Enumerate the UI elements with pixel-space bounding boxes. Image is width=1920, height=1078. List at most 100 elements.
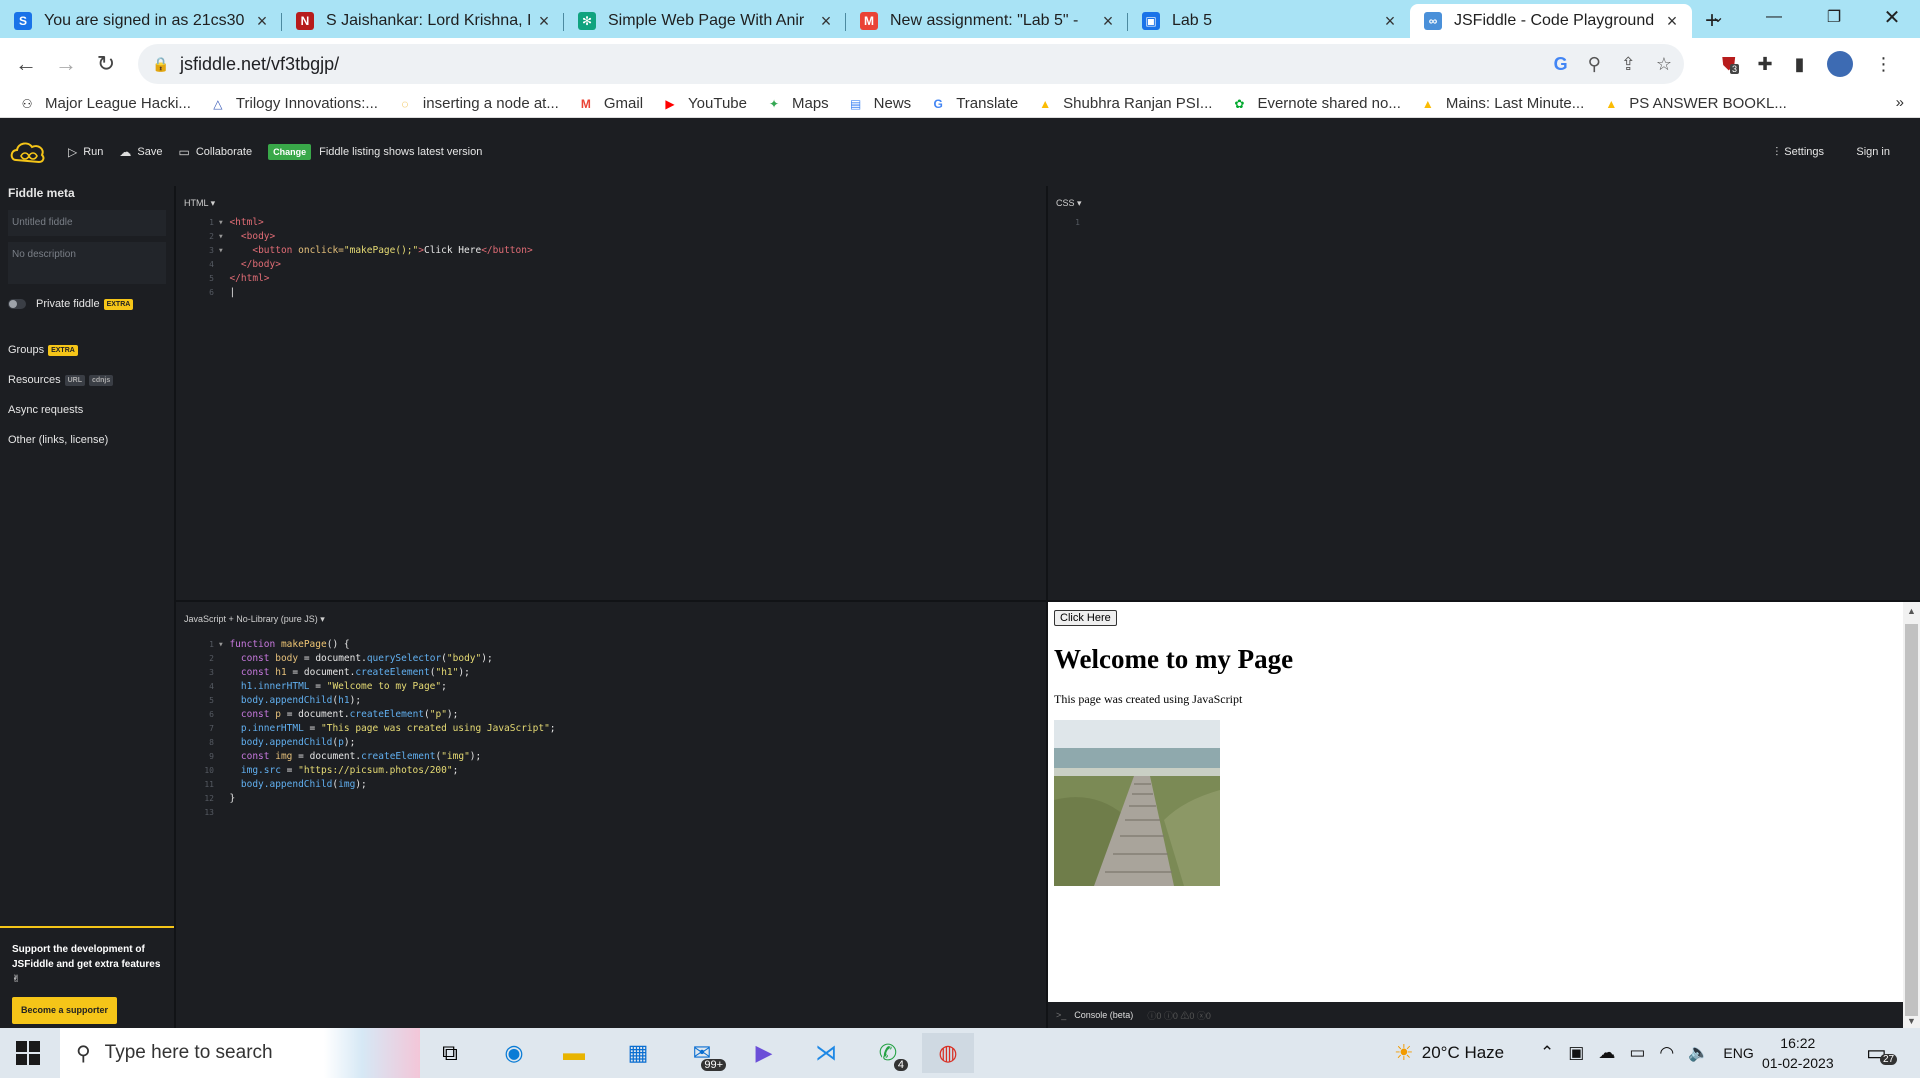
google-icon[interactable]: G [1554,54,1568,75]
browser-tab[interactable]: ∞ JSFiddle - Code Playground × [1410,4,1692,38]
tab-title: S Jaishankar: Lord Krishna, I [326,12,532,29]
more-bookmarks-icon[interactable]: » [1896,94,1904,111]
zoom-icon[interactable]: ⚲ [1588,54,1601,75]
sign-in-link[interactable]: Sign in [1856,146,1890,158]
browser-tab[interactable]: S You are signed in as 21cs30 × [0,4,282,38]
html-editor-panel[interactable]: HTML ▾ 123456 ▾ <html> ▾ <body> ▾ <butto… [176,186,1046,600]
browser-tab[interactable]: ▣ Lab 5 × [1128,4,1410,38]
show-hidden-icons[interactable]: ⌃ [1540,1043,1554,1063]
result-scrollbar[interactable]: ▲ ▼ [1903,602,1920,1028]
ublock-extension-icon[interactable]: ⛊ 3 [1722,54,1740,75]
bookmark-item[interactable]: △ Trilogy Innovations:... [209,95,378,113]
clock[interactable]: 16:22 01-02-2023 [1762,1028,1834,1078]
onedrive-cloud-icon[interactable]: ☁ [1598,1043,1615,1063]
bookmarks-bar: ⚇ Major League Hacki... △ Trilogy Innovatio… [0,90,1920,118]
bookmark-item[interactable]: ◌ inserting a node at... [396,95,559,113]
mail-icon[interactable]: ✉ 99+ [676,1033,728,1073]
meet-now-icon[interactable]: ▣ [1568,1043,1584,1063]
whatsapp-icon[interactable]: ✆ 4 [862,1033,914,1073]
forward-icon[interactable]: → [46,44,86,84]
browser-tab[interactable]: N S Jaishankar: Lord Krishna, I × [282,4,564,38]
cdnjs-tag[interactable]: cdnjs [88,374,114,386]
bookmark-item[interactable]: ▲ Mains: Last Minute... [1419,95,1584,113]
share-icon[interactable]: ⇪ [1621,54,1636,75]
bookmark-item[interactable]: ▲ PS ANSWER BOOKL... [1602,95,1787,113]
fiddle-name-input[interactable]: Untitled fiddle [8,210,166,236]
click-here-button[interactable]: Click Here [1054,610,1117,626]
jsfiddle-logo-icon[interactable] [8,138,48,166]
url-input[interactable]: 🔒 jsfiddle.net/vf3tbgjp/ G ⚲ ⇪ ☆ [138,44,1684,84]
async-requests-section[interactable]: Async requests [8,398,166,422]
restore-icon[interactable]: ❐ [1806,0,1862,34]
html-code[interactable]: ▾ <html> ▾ <body> ▾ <button onclick="mak… [218,216,533,300]
bookmark-item[interactable]: ✦ Maps [765,95,829,113]
scroll-up-icon[interactable]: ▲ [1907,606,1916,616]
tab-search-icon[interactable]: ⌄ [1690,0,1746,34]
tab-title: Lab 5 [1172,12,1213,29]
other-section[interactable]: Other (links, license) [8,428,166,452]
js-editor-panel[interactable]: JavaScript + No-Library (pure JS) ▾ 1234… [176,602,1046,1028]
fiddle-description-input[interactable]: No description [8,242,166,284]
bookmark-item[interactable]: G Translate [929,95,1019,113]
bookmark-label: Major League Hacki... [45,95,191,112]
language-indicator[interactable]: ENG [1723,1045,1753,1061]
chrome-icon[interactable]: ◍ [922,1033,974,1073]
edge-icon[interactable]: ◉ [488,1033,540,1073]
change-badge[interactable]: Change [268,144,312,160]
run-button[interactable]: ▷ Run [68,145,103,159]
profile-avatar[interactable] [1826,51,1853,77]
scroll-down-icon[interactable]: ▼ [1907,1016,1916,1026]
bookmark-star-icon[interactable]: ☆ [1656,54,1672,75]
private-fiddle-toggle[interactable] [8,299,26,309]
notification-center-icon[interactable]: ▭ 27 [1866,1028,1898,1078]
css-editor-panel[interactable]: CSS ▾ 1 [1048,186,1920,600]
save-button[interactable]: ☁ Save [119,145,162,159]
tab-close-icon[interactable]: × [1662,11,1682,32]
resources-section[interactable]: Resources URL cdnjs [8,368,166,392]
console-bar[interactable]: >_ Console (beta) ⓘ0 ⓘ0 ⚠0 ⓧ0 [1048,1002,1903,1028]
scroll-thumb[interactable] [1905,624,1918,1016]
close-window-icon[interactable]: ✕ [1864,0,1920,34]
tab-close-icon[interactable]: × [1098,11,1118,32]
bookmark-item[interactable]: M Gmail [577,95,643,113]
wifi-icon[interactable]: ◠ [1659,1043,1674,1063]
settings-button[interactable]: ⫶ Settings [1775,145,1824,160]
tab-close-icon[interactable]: × [1380,11,1400,32]
bookmark-item[interactable]: ✿ Evernote shared no... [1230,95,1400,113]
weather-widget[interactable]: ☀ 20°C Haze [1394,1028,1504,1078]
bookmark-item[interactable]: ▤ News [847,95,911,113]
js-code[interactable]: ▾ function makePage() { const body = doc… [218,638,556,806]
vscode-icon[interactable]: ⋊ [800,1033,852,1073]
file-explorer-icon[interactable]: ▬ [548,1033,600,1073]
windows-start-icon[interactable] [16,1041,40,1065]
tab-close-icon[interactable]: × [534,11,554,32]
groups-section[interactable]: Groups EXTRA [8,338,166,362]
task-view-icon[interactable]: ⧉ [424,1033,476,1073]
become-supporter-button[interactable]: Become a supporter [12,997,118,1024]
url-tag[interactable]: URL [64,374,85,386]
html-panel-label[interactable]: HTML ▾ [184,198,215,209]
mlh-icon: ⚇ [21,96,33,111]
copilot-icon[interactable]: ▶ [738,1033,790,1073]
css-panel-label[interactable]: CSS ▾ [1056,198,1082,209]
volume-icon[interactable]: 🔈 [1688,1043,1709,1063]
reload-icon[interactable]: ↻ [86,44,126,84]
bookmark-item[interactable]: ▲ Shubhra Ranjan PSI... [1036,95,1212,113]
battery-icon[interactable]: ▭ [1629,1043,1645,1063]
tab-close-icon[interactable]: × [252,11,272,32]
tab-close-icon[interactable]: × [816,11,836,32]
extensions-puzzle-icon[interactable]: ✚ [1758,54,1773,75]
microsoft-store-icon[interactable]: ▦ [612,1033,664,1073]
js-panel-label[interactable]: JavaScript + No-Library (pure JS) ▾ [184,614,325,625]
taskbar-search-input[interactable]: ⚲ Type here to search [60,1028,420,1078]
chrome-menu-icon[interactable]: ⋮ [1875,54,1893,75]
bookmark-item[interactable]: ▶ YouTube [661,95,747,113]
bookmark-item[interactable]: ⚇ Major League Hacki... [18,95,191,113]
side-panel-icon[interactable]: ▮ [1795,54,1805,75]
result-iframe[interactable]: Click Here Welcome to my Page This page … [1048,602,1903,1002]
back-icon[interactable]: ← [6,44,46,84]
browser-tab[interactable]: ✻ Simple Web Page With Anir × [564,4,846,38]
minimize-icon[interactable]: — [1746,0,1802,34]
browser-tab[interactable]: M New assignment: "Lab 5" - × [846,4,1128,38]
collaborate-button[interactable]: ▭ Collaborate [179,145,253,159]
